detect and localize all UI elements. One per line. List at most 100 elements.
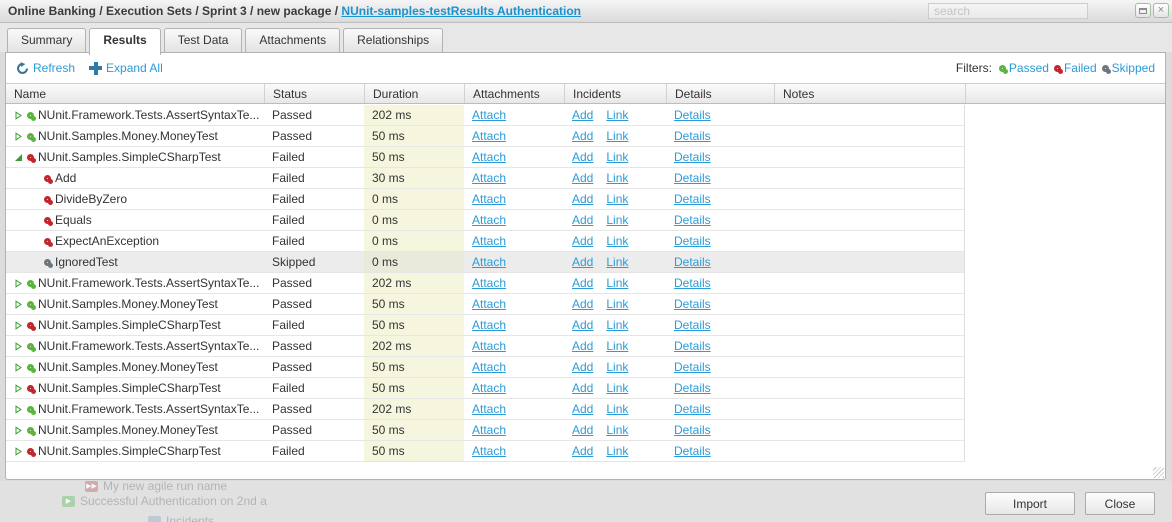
attach-link[interactable]: Attach [472, 150, 506, 164]
column-header-notes[interactable]: Notes [774, 84, 965, 103]
table-row[interactable]: NUnit.Samples.SimpleCSharpTestFailed50 m… [6, 378, 964, 399]
details-link[interactable]: Details [674, 171, 711, 185]
add-incident-link[interactable]: Add [572, 192, 593, 206]
expand-icon[interactable] [14, 279, 24, 288]
tab-relationships[interactable]: Relationships [343, 28, 443, 52]
add-incident-link[interactable]: Add [572, 360, 593, 374]
link-incident-link[interactable]: Link [606, 255, 628, 269]
table-row[interactable]: NUnit.Samples.Money.MoneyTestPassed50 ms… [6, 420, 964, 441]
column-header-attachments[interactable]: Attachments [464, 84, 564, 103]
column-header-status[interactable]: Status [264, 84, 364, 103]
attach-link[interactable]: Attach [472, 360, 506, 374]
link-incident-link[interactable]: Link [606, 318, 628, 332]
table-row[interactable]: NUnit.Framework.Tests.AssertSyntaxTe...P… [6, 336, 964, 357]
attach-link[interactable]: Attach [472, 423, 506, 437]
table-row[interactable]: IgnoredTestSkipped0 msAttachAddLinkDetai… [6, 252, 964, 273]
tab-attachments[interactable]: Attachments [245, 28, 340, 52]
link-incident-link[interactable]: Link [606, 213, 628, 227]
link-incident-link[interactable]: Link [606, 234, 628, 248]
table-row[interactable]: NUnit.Framework.Tests.AssertSyntaxTe...P… [6, 399, 964, 420]
expand-all-button[interactable]: Expand All [89, 61, 163, 75]
attach-link[interactable]: Attach [472, 444, 506, 458]
table-row[interactable]: NUnit.Samples.Money.MoneyTestPassed50 ms… [6, 126, 964, 147]
expand-icon[interactable] [14, 384, 24, 393]
import-button[interactable]: Import [985, 492, 1075, 515]
attach-link[interactable]: Attach [472, 276, 506, 290]
link-incident-link[interactable]: Link [606, 360, 628, 374]
add-incident-link[interactable]: Add [572, 339, 593, 353]
attach-link[interactable]: Attach [472, 129, 506, 143]
maximize-button[interactable] [1135, 3, 1151, 18]
link-incident-link[interactable]: Link [606, 276, 628, 290]
link-incident-link[interactable]: Link [606, 444, 628, 458]
add-incident-link[interactable]: Add [572, 276, 593, 290]
details-link[interactable]: Details [674, 444, 711, 458]
table-row[interactable]: NUnit.Samples.SimpleCSharpTestFailed50 m… [6, 441, 964, 462]
add-incident-link[interactable]: Add [572, 108, 593, 122]
details-link[interactable]: Details [674, 192, 711, 206]
table-row[interactable]: EqualsFailed0 msAttachAddLinkDetails [6, 210, 964, 231]
table-row[interactable]: NUnit.Samples.SimpleCSharpTestFailed50 m… [6, 147, 964, 168]
breadcrumb-test-link[interactable]: NUnit-samples-testResults Authentication [341, 4, 581, 18]
add-incident-link[interactable]: Add [572, 381, 593, 395]
link-incident-link[interactable]: Link [606, 297, 628, 311]
details-link[interactable]: Details [674, 402, 711, 416]
details-link[interactable]: Details [674, 234, 711, 248]
details-link[interactable]: Details [674, 129, 711, 143]
details-link[interactable]: Details [674, 318, 711, 332]
expand-icon[interactable] [14, 447, 24, 456]
details-link[interactable]: Details [674, 108, 711, 122]
details-link[interactable]: Details [674, 381, 711, 395]
attach-link[interactable]: Attach [472, 171, 506, 185]
add-incident-link[interactable]: Add [572, 129, 593, 143]
filter-failed[interactable]: Failed [1054, 61, 1097, 75]
link-incident-link[interactable]: Link [606, 150, 628, 164]
details-link[interactable]: Details [674, 150, 711, 164]
add-incident-link[interactable]: Add [572, 402, 593, 416]
table-row[interactable]: NUnit.Samples.Money.MoneyTestPassed50 ms… [6, 357, 964, 378]
column-header-incidents[interactable]: Incidents [564, 84, 666, 103]
add-incident-link[interactable]: Add [572, 234, 593, 248]
close-button[interactable]: Close [1085, 492, 1155, 515]
add-incident-link[interactable]: Add [572, 318, 593, 332]
attach-link[interactable]: Attach [472, 318, 506, 332]
add-incident-link[interactable]: Add [572, 213, 593, 227]
attach-link[interactable]: Attach [472, 192, 506, 206]
link-incident-link[interactable]: Link [606, 402, 628, 416]
details-link[interactable]: Details [674, 213, 711, 227]
attach-link[interactable]: Attach [472, 234, 506, 248]
tab-summary[interactable]: Summary [7, 28, 86, 52]
table-row[interactable]: NUnit.Samples.SimpleCSharpTestFailed50 m… [6, 315, 964, 336]
filter-skipped[interactable]: Skipped [1102, 61, 1155, 75]
table-row[interactable]: DivideByZeroFailed0 msAttachAddLinkDetai… [6, 189, 964, 210]
attach-link[interactable]: Attach [472, 108, 506, 122]
add-incident-link[interactable]: Add [572, 255, 593, 269]
expand-icon[interactable] [14, 111, 24, 120]
table-row[interactable]: NUnit.Framework.Tests.AssertSyntaxTe...P… [6, 105, 964, 126]
link-incident-link[interactable]: Link [606, 381, 628, 395]
column-header-details[interactable]: Details [666, 84, 774, 103]
expand-icon[interactable] [14, 426, 24, 435]
attach-link[interactable]: Attach [472, 339, 506, 353]
search-input[interactable] [928, 3, 1088, 19]
column-header-name[interactable]: Name [6, 84, 264, 103]
refresh-button[interactable]: Refresh [16, 61, 75, 75]
table-row[interactable]: AddFailed30 msAttachAddLinkDetails [6, 168, 964, 189]
column-header-duration[interactable]: Duration [364, 84, 464, 103]
add-incident-link[interactable]: Add [572, 423, 593, 437]
tab-results[interactable]: Results [89, 28, 160, 55]
collapse-icon[interactable] [14, 153, 24, 162]
add-incident-link[interactable]: Add [572, 171, 593, 185]
details-link[interactable]: Details [674, 297, 711, 311]
attach-link[interactable]: Attach [472, 381, 506, 395]
attach-link[interactable]: Attach [472, 255, 506, 269]
tab-test-data[interactable]: Test Data [164, 28, 243, 52]
link-incident-link[interactable]: Link [606, 423, 628, 437]
close-window-button[interactable]: × [1153, 3, 1169, 18]
add-incident-link[interactable]: Add [572, 150, 593, 164]
filter-passed[interactable]: Passed [999, 61, 1049, 75]
expand-icon[interactable] [14, 363, 24, 372]
details-link[interactable]: Details [674, 360, 711, 374]
table-row[interactable]: NUnit.Framework.Tests.AssertSyntaxTe...P… [6, 273, 964, 294]
link-incident-link[interactable]: Link [606, 129, 628, 143]
